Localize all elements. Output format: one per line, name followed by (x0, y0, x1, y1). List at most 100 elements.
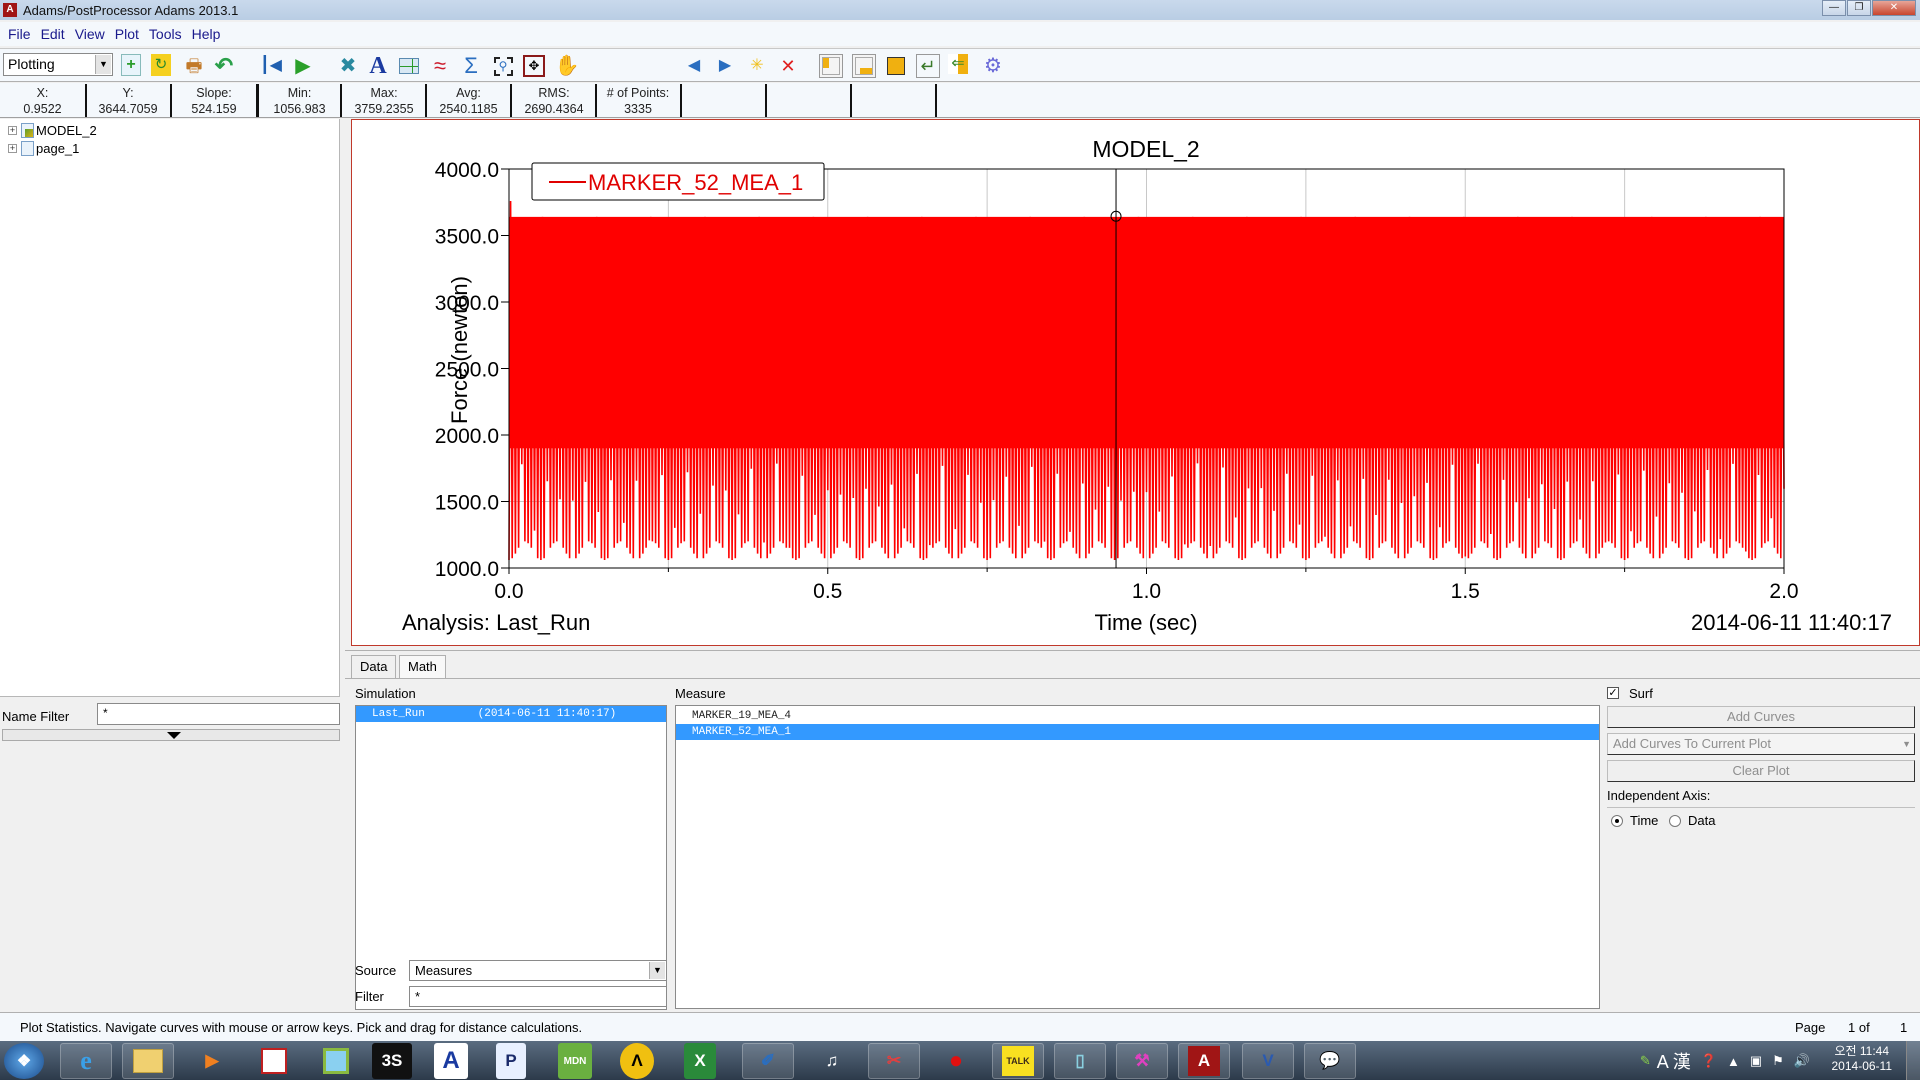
stat-x-value: 0.9522 (23, 102, 62, 116)
back-icon[interactable]: ⇐ (948, 54, 968, 74)
reset-to-start-icon[interactable]: ┃◀ (259, 54, 283, 78)
text-icon[interactable]: A (366, 54, 390, 78)
data-radio[interactable] (1669, 815, 1681, 827)
stat-slope-value: 524.159 (191, 102, 237, 116)
app-icon: A (3, 3, 17, 17)
tree-node-model[interactable]: + MODEL_2 (8, 121, 97, 139)
zoom-box-icon[interactable]: ⚲ (491, 54, 515, 78)
menu-help[interactable]: Help (192, 26, 221, 42)
fft-icon[interactable]: ≈ (428, 54, 452, 78)
stat-slope-label: Slope: (196, 86, 232, 100)
music-player-icon[interactable]: ♫ (806, 1043, 858, 1079)
adams-view-icon[interactable]: A (434, 1043, 468, 1079)
kakaotalk-icon[interactable]: TALK (992, 1043, 1044, 1079)
app-window-icon[interactable] (310, 1043, 362, 1079)
time-radio[interactable] (1611, 815, 1623, 827)
list-item[interactable]: MARKER_19_MEA_4 (676, 708, 1599, 724)
clear-plot-button[interactable]: Clear Plot (1607, 760, 1915, 782)
adams-icon[interactable]: A (1178, 1043, 1230, 1079)
sum-icon[interactable]: Σ (459, 54, 483, 78)
show-desktop-button[interactable] (1906, 1041, 1920, 1080)
network-icon[interactable]: ▣ (1750, 1053, 1762, 1069)
play-icon[interactable]: ▶ (291, 54, 315, 78)
divider (850, 84, 852, 117)
expand-icon[interactable]: + (8, 143, 17, 153)
close-button[interactable]: ✕ (1872, 0, 1916, 16)
chevron-down-icon: ▼ (95, 55, 111, 74)
windows-icon: ❖ (16, 1053, 32, 1070)
media-player-icon[interactable]: ▶ (186, 1043, 238, 1079)
source-select[interactable]: Measures ▼ (409, 960, 667, 981)
collapse-toggle[interactable] (2, 729, 340, 741)
start-button[interactable]: ❖ (4, 1043, 44, 1079)
stat-points-value: 3335 (624, 102, 652, 116)
list-item[interactable]: Last_Run (2014-06-11 11:40:17) (356, 706, 666, 722)
flag-icon[interactable]: ⚑ (1772, 1053, 1784, 1069)
menu-file[interactable]: File (8, 26, 31, 42)
snipping-tool-icon[interactable]: ✂ (868, 1043, 920, 1079)
pan-icon[interactable]: ✋ (555, 54, 580, 78)
visio-icon[interactable]: V (1242, 1043, 1294, 1079)
print-icon[interactable]: 🖶 (182, 54, 206, 78)
show-hidden-icon[interactable]: ▲ (1727, 1054, 1740, 1069)
filter-input[interactable]: * (409, 986, 667, 1007)
stat-max-label: Max: (370, 86, 398, 100)
ime-icon[interactable]: ✎ (1640, 1053, 1651, 1069)
app-window-icon[interactable] (248, 1043, 300, 1079)
volume-icon[interactable]: 🔊 (1794, 1053, 1810, 1069)
plot-canvas[interactable]: MODEL_2 1000.01500.02000.02500.03000.035… (352, 120, 1919, 645)
tool-app-icon[interactable]: ⚒ (1116, 1043, 1168, 1079)
stat-points: # of Points: 3335 (597, 83, 679, 118)
next-page-icon[interactable]: ▶ (713, 54, 737, 78)
add-curves-button[interactable]: Add Curves (1607, 706, 1915, 728)
layout-bottom-icon[interactable] (852, 54, 876, 78)
sticky-tool-icon[interactable]: ✐ (742, 1043, 794, 1079)
help-icon[interactable]: ❓ (1701, 1053, 1717, 1069)
file-explorer-icon[interactable] (122, 1043, 174, 1079)
catia-icon[interactable]: 3S (372, 1043, 412, 1079)
plot-area[interactable]: MODEL_2 1000.0 1500.0 2000.0 2500.0 3000.0 35… (351, 119, 1920, 646)
layout-left-icon[interactable] (819, 54, 843, 78)
tab-math[interactable]: Math (399, 655, 446, 679)
menu-edit[interactable]: Edit (41, 26, 65, 42)
new-page-icon[interactable]: ✳ (745, 54, 769, 78)
table-icon[interactable] (397, 54, 421, 78)
legend[interactable]: MARKER_52_MEA_1 (531, 162, 825, 201)
minimize-button[interactable]: — (1822, 0, 1846, 16)
solver-icon[interactable]: Λ (620, 1043, 654, 1079)
recorder-icon[interactable]: ● (930, 1043, 982, 1079)
tree-node-page[interactable]: + page_1 (8, 139, 79, 157)
new-page-icon[interactable]: + (121, 54, 141, 76)
expand-icon[interactable]: + (8, 125, 17, 135)
page-label: Page (1795, 1020, 1826, 1035)
menu-tools[interactable]: Tools (149, 26, 182, 42)
name-filter-input[interactable]: * (97, 703, 340, 725)
menu-view[interactable]: View (75, 26, 105, 42)
internet-explorer-icon[interactable]: e (60, 1043, 112, 1079)
messenger-icon[interactable]: 💬 (1304, 1043, 1356, 1079)
clock[interactable]: 오전 11:44 2014-06-11 (1832, 1044, 1893, 1074)
mdn-icon[interactable]: MDN (558, 1043, 592, 1079)
excel-icon[interactable]: X (684, 1043, 716, 1079)
menu-plot[interactable]: Plot (115, 26, 139, 42)
swap-icon[interactable]: ↵ (916, 54, 940, 78)
page-current: 1 of (1848, 1020, 1870, 1035)
delete-page-icon[interactable]: ✕ (776, 54, 800, 78)
postprocessor-icon[interactable]: P (496, 1043, 526, 1079)
surf-checkbox[interactable]: ✓ (1607, 687, 1619, 699)
layout-single-icon[interactable] (884, 54, 908, 78)
notepad-icon[interactable]: ▯ (1054, 1043, 1106, 1079)
measure-list[interactable]: MARKER_19_MEA_4 MARKER_52_MEA_1 (675, 705, 1600, 1009)
settings-icon[interactable]: ⚙ (981, 54, 1005, 78)
restore-button[interactable]: ❐ (1847, 0, 1871, 16)
undo-icon[interactable]: ↶ (212, 54, 236, 78)
mode-select[interactable]: Plotting ▼ (3, 53, 113, 76)
ime-mode[interactable]: A 漢 (1657, 1048, 1691, 1074)
list-item[interactable]: MARKER_52_MEA_1 (676, 724, 1599, 740)
curve-edit-icon[interactable]: ✖ (336, 54, 360, 78)
previous-page-icon[interactable]: ◀ (682, 54, 706, 78)
add-mode-select[interactable]: Add Curves To Current Plot ▼ (1607, 733, 1915, 755)
tab-data[interactable]: Data (351, 655, 397, 679)
refresh-icon[interactable]: ↻ (151, 54, 171, 76)
fit-icon[interactable]: ✥ (522, 54, 546, 78)
